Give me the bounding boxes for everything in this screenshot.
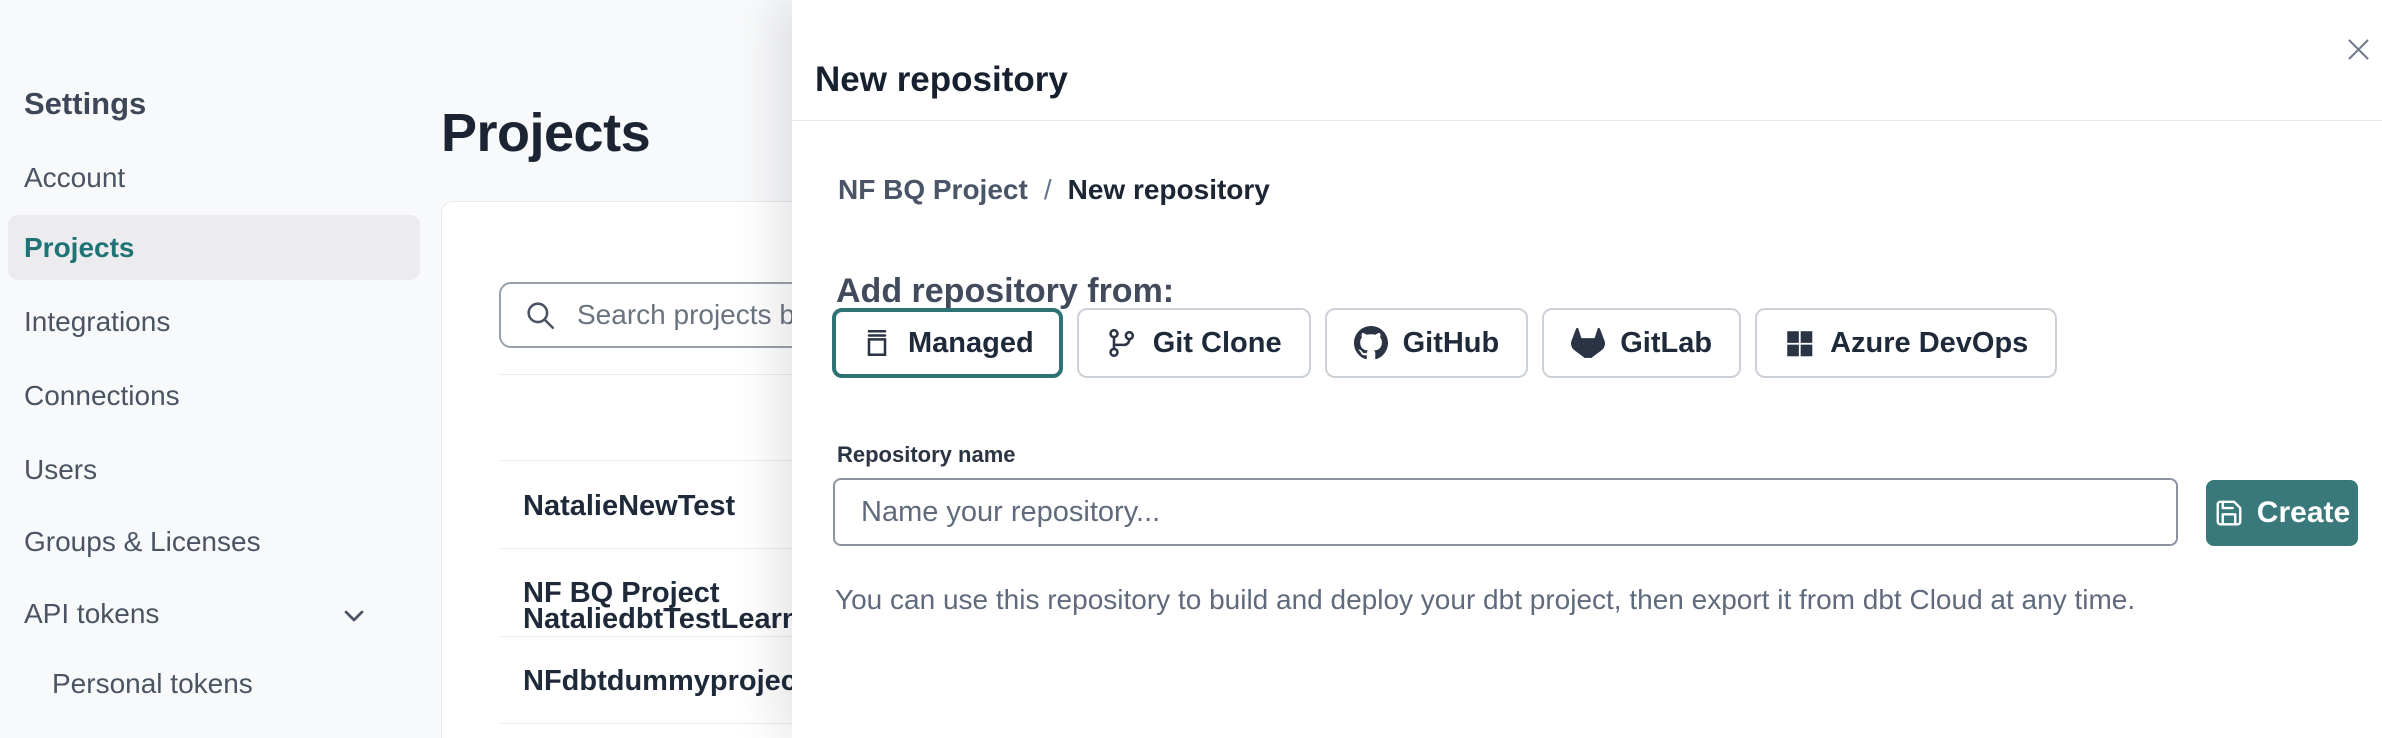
sidebar-title: Settings (24, 86, 146, 122)
gitlab-icon (1571, 326, 1605, 360)
source-button-label: GitLab (1620, 327, 1712, 360)
breadcrumb-current: New repository (1068, 174, 1270, 206)
save-icon (2214, 498, 2244, 528)
managed-repo-icon (861, 327, 893, 359)
repository-name-label: Repository name (837, 442, 1016, 468)
close-button[interactable] (2336, 27, 2380, 71)
page-title: Projects (441, 102, 650, 164)
azure-devops-icon (1784, 328, 1815, 359)
close-icon (2345, 36, 2372, 63)
new-repository-modal: New repository NF BQ Project / New repos… (792, 0, 2382, 738)
sidebar-item-connections[interactable]: Connections (24, 380, 180, 412)
repository-name-input[interactable] (833, 478, 2178, 546)
app-window: Settings Account Projects Integrations C… (0, 0, 2382, 738)
breadcrumb-parent-link[interactable]: NF BQ Project (838, 174, 1028, 206)
breadcrumb-separator: / (1044, 174, 1052, 206)
sidebar-item-api-tokens[interactable]: API tokens (24, 598, 159, 630)
source-button-label: Git Clone (1153, 327, 1282, 360)
sidebar-item-integrations[interactable]: Integrations (24, 306, 170, 338)
source-button-label: GitHub (1403, 327, 1500, 360)
sidebar-item-account[interactable]: Account (24, 162, 125, 194)
source-button-label: Managed (908, 327, 1034, 360)
chevron-down-icon[interactable] (338, 600, 370, 632)
create-button-label: Create (2257, 496, 2350, 530)
sidebar-item-projects[interactable]: Projects (8, 215, 420, 280)
create-button[interactable]: Create (2206, 480, 2358, 546)
source-button-managed[interactable]: Managed (832, 308, 1063, 378)
source-button-git-clone[interactable]: Git Clone (1077, 308, 1311, 378)
sidebar-item-users[interactable]: Users (24, 454, 97, 486)
project-row[interactable]: NatalieNewTest (523, 490, 735, 523)
source-button-azure-devops[interactable]: Azure DevOps (1755, 308, 2057, 378)
github-icon (1354, 326, 1388, 360)
project-row[interactable]: NFdbtdummyproject (523, 665, 807, 698)
modal-header-divider (792, 120, 2382, 121)
source-button-label: Azure DevOps (1830, 327, 2028, 360)
repository-helper-text: You can use this repository to build and… (835, 584, 2135, 616)
source-button-github[interactable]: GitHub (1325, 308, 1529, 378)
repo-source-buttons: Managed Git Clone GitHub GitLab Azure De… (832, 308, 2057, 378)
project-row[interactable]: NF BQ Project (523, 577, 720, 610)
git-branch-icon (1106, 327, 1138, 359)
modal-title: New repository (815, 60, 1068, 100)
sidebar-item-personal-tokens[interactable]: Personal tokens (52, 668, 253, 700)
breadcrumb: NF BQ Project / New repository (838, 174, 1270, 206)
sidebar-item-projects-label: Projects (24, 232, 135, 264)
add-repository-heading: Add repository from: (836, 272, 1174, 311)
sidebar-item-groups-licenses[interactable]: Groups & Licenses (24, 526, 261, 558)
source-button-gitlab[interactable]: GitLab (1542, 308, 1741, 378)
